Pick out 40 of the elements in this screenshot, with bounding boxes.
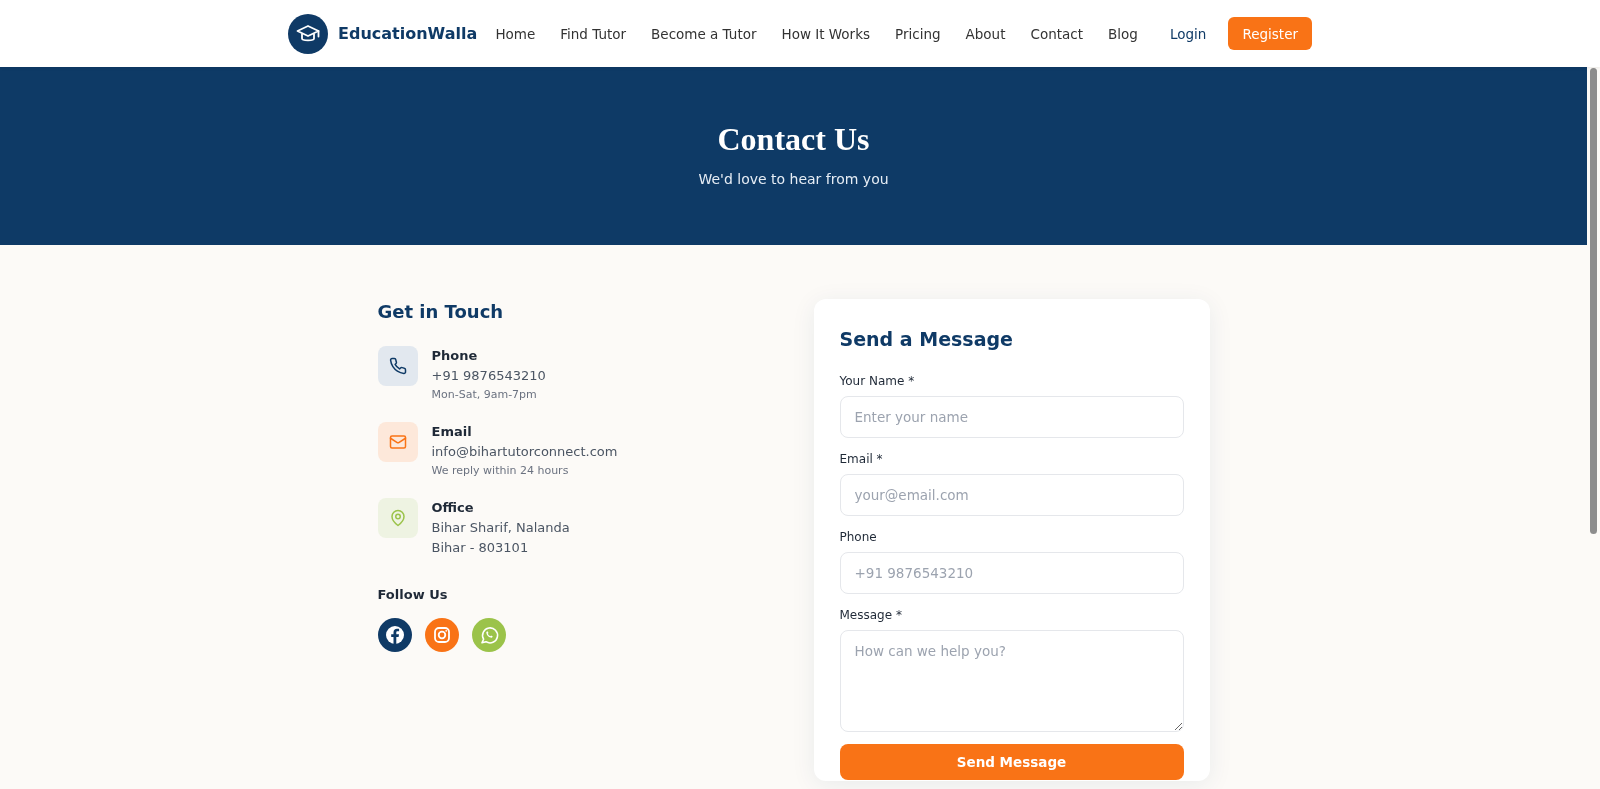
contact-value: Bihar - 803101 — [431, 539, 529, 557]
instagram-icon[interactable] — [424, 618, 459, 652]
whatsapp-icon[interactable] — [471, 618, 506, 652]
contact-value: info@bihartutorconnect.com — [431, 443, 618, 461]
field-label: Message * — [839, 607, 903, 624]
nav-link[interactable]: Pricing — [895, 25, 941, 42]
section-heading: Get in Touch — [377, 300, 505, 324]
map-pin-icon — [377, 498, 418, 538]
contact-note: We reply within 24 hours — [431, 463, 569, 479]
nav-link[interactable]: Become a Tutor — [651, 25, 757, 42]
phone-icon — [377, 346, 418, 386]
nav-link[interactable]: How It Works — [781, 25, 870, 42]
brand-name[interactable]: EducationWalla — [338, 24, 478, 43]
contact-label: Phone — [431, 347, 478, 365]
login-link[interactable]: Login — [1170, 25, 1207, 42]
nav-link[interactable]: Contact — [1030, 25, 1083, 42]
nav-link[interactable]: Blog — [1108, 25, 1138, 42]
page-subtitle: We'd love to hear from you — [698, 170, 889, 189]
text-input[interactable]: your@email.com — [839, 474, 1184, 516]
contact-label: Email — [431, 423, 472, 441]
contact-value: Bihar Sharif, Nalanda — [431, 519, 570, 537]
follow-heading: Follow Us — [377, 586, 449, 604]
nav-link[interactable]: About — [965, 25, 1006, 42]
message-textarea[interactable]: How can we help you? — [839, 630, 1184, 732]
form-title: Send a Message — [839, 327, 1014, 352]
field-label: Email * — [839, 451, 884, 468]
contact-label: Office — [431, 499, 474, 517]
field-label: Your Name * — [839, 373, 916, 390]
text-input[interactable]: +91 9876543210 — [839, 552, 1184, 594]
text-input[interactable]: Enter your name — [839, 396, 1184, 438]
contact-value: +91 9876543210 — [431, 367, 546, 385]
envelope-icon — [377, 422, 418, 462]
field-label: Phone — [839, 529, 878, 546]
facebook-icon[interactable] — [377, 618, 412, 652]
graduation-cap-logo-icon[interactable] — [288, 13, 328, 54]
scrollbar-thumb[interactable] — [1590, 68, 1597, 534]
nav-link[interactable]: Find Tutor — [560, 25, 627, 42]
nav-link[interactable]: Home — [495, 25, 536, 42]
page-title: Contact Us — [717, 120, 870, 159]
contact-note: Mon-Sat, 9am-7pm — [431, 387, 537, 403]
